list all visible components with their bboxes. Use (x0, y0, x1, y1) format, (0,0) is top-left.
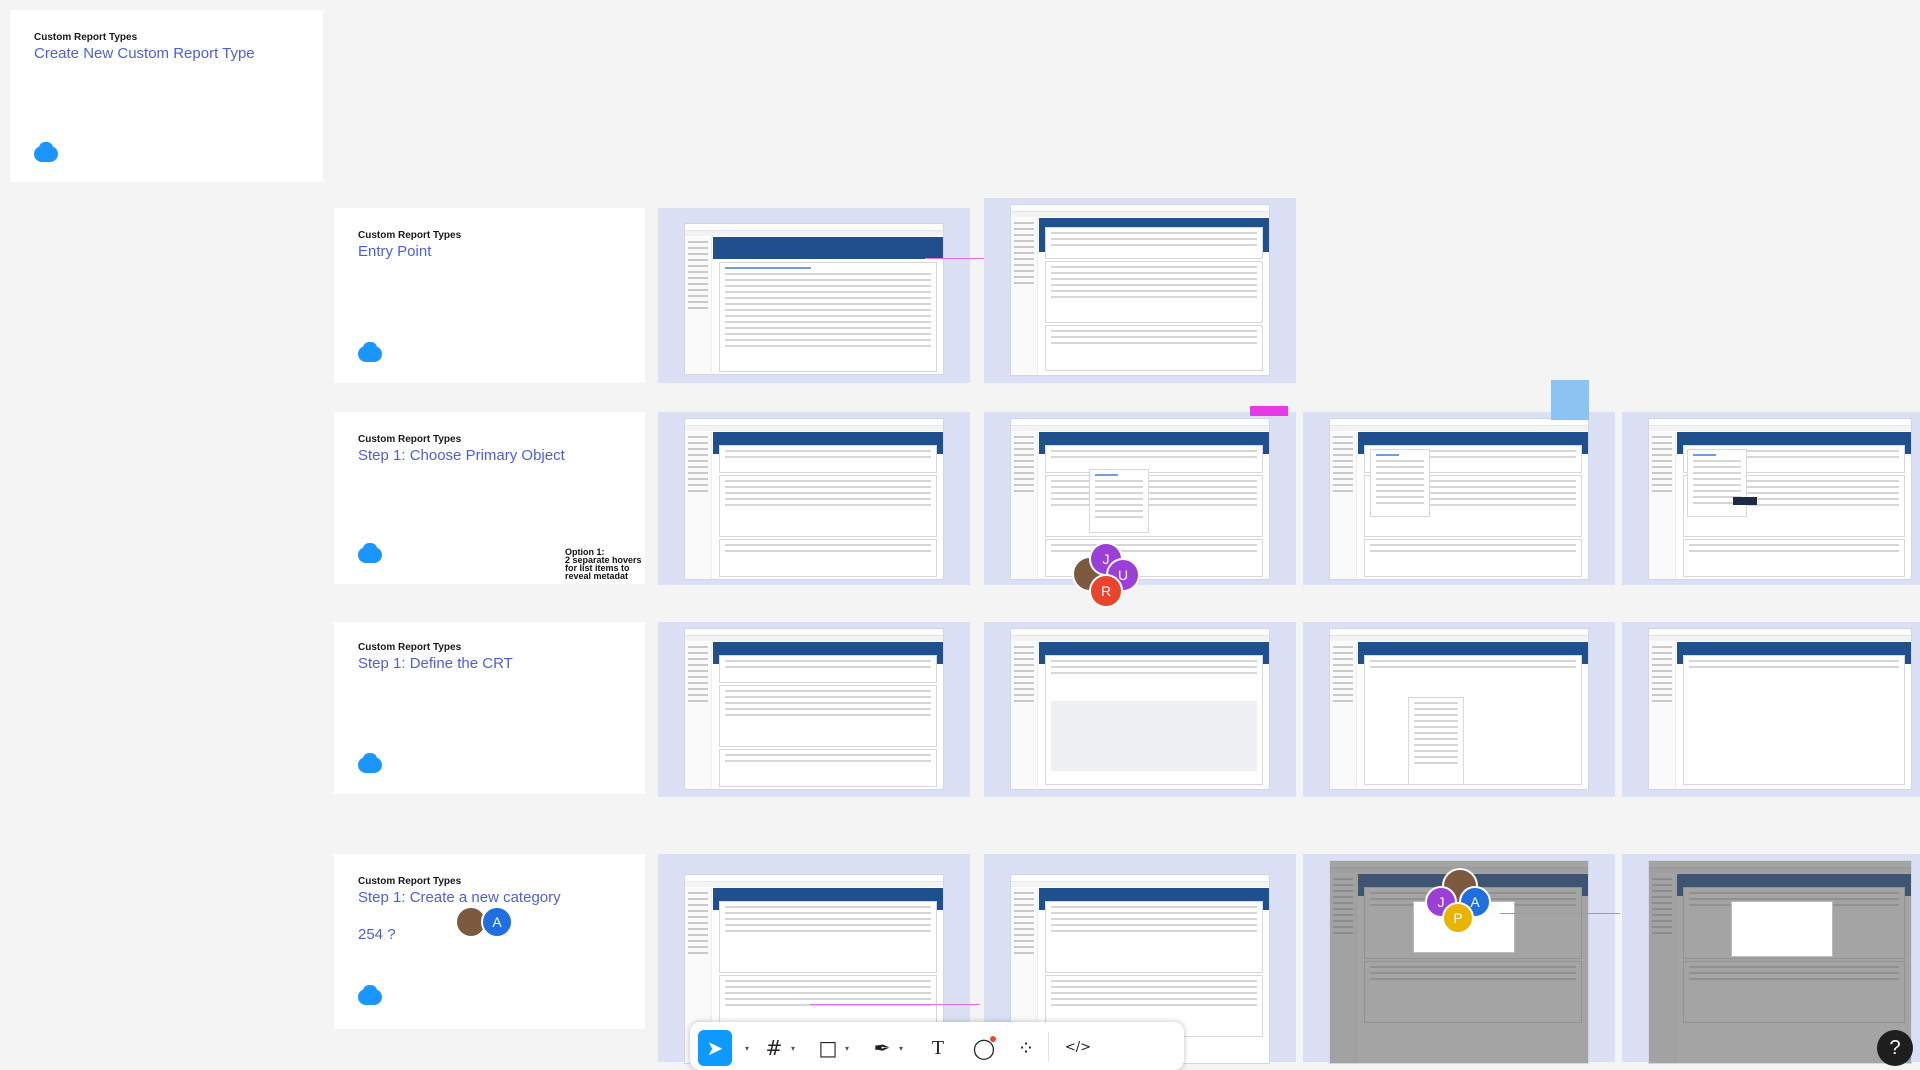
diagram-area (1051, 701, 1257, 771)
dropdown-list (1089, 469, 1149, 533)
dropdown-list (1370, 449, 1430, 517)
card-extra: 254 ? (358, 926, 396, 943)
frame-choose-primary-3[interactable] (1303, 380, 1615, 585)
actions-icon[interactable]: ⁘ (1014, 1036, 1038, 1060)
title-card-create-new: Custom Report Types Create New Custom Re… (10, 10, 323, 182)
flow-connector (1500, 913, 1620, 914)
card-kicker: Custom Report Types (358, 876, 462, 887)
chevron-down-icon[interactable]: ▾ (791, 1044, 799, 1053)
rectangle-icon[interactable]: □ (816, 1036, 840, 1060)
card-kicker: Custom Report Types (358, 434, 462, 445)
screen-define-venn (1648, 628, 1912, 790)
frame-choose-primary-2[interactable] (984, 406, 1296, 585)
card-heading: Step 1: Create a new category (358, 889, 561, 906)
sticky-note (1551, 380, 1589, 420)
card-kicker: Custom Report Types (358, 642, 462, 653)
salesforce-logo-icon (358, 985, 382, 1005)
frame-category-4[interactable] (1622, 854, 1920, 1064)
screen-choose-primary-hover (1329, 418, 1589, 580)
salesforce-logo-icon (358, 753, 382, 773)
card-kicker: Custom Report Types (34, 32, 138, 43)
design-toolbar: ➤ ▾ # ▾ □ ▾ ✒ ▾ T ◯ ⁘ </> (690, 1022, 1184, 1070)
pen-icon[interactable]: ✒ (870, 1036, 894, 1060)
frame-entry-form[interactable] (984, 198, 1296, 383)
annotation-tag (1250, 406, 1288, 416)
salesforce-logo-icon (358, 543, 382, 563)
screen-create-category-modal (1648, 860, 1912, 1064)
modal-backdrop (1649, 861, 1911, 1063)
screen-report-types-list (684, 223, 944, 375)
frame-icon[interactable]: # (762, 1036, 786, 1060)
cursor-icon[interactable]: ➤ (703, 1036, 727, 1060)
option-note: Option 1: 2 separate hovers for list ite… (565, 548, 642, 581)
screen-define-form (684, 628, 944, 790)
screen-choose-primary-tooltip (1648, 418, 1912, 580)
frame-entry-list[interactable] (658, 208, 970, 383)
dev-mode-icon[interactable]: </> (1058, 1036, 1098, 1060)
text-icon[interactable]: T (926, 1036, 950, 1060)
flow-connector (925, 258, 985, 259)
title-card-define-crt: Custom Report Types Step 1: Define the C… (334, 622, 645, 794)
chevron-down-icon[interactable]: ▾ (899, 1044, 907, 1053)
frame-define-1[interactable] (658, 622, 970, 797)
frame-define-3[interactable] (1303, 622, 1615, 797)
create-category-modal (1731, 901, 1833, 957)
card-kicker: Custom Report Types (358, 230, 462, 241)
hover-tooltip (1733, 497, 1757, 505)
help-button[interactable]: ? (1877, 1030, 1913, 1066)
avatar[interactable]: A (481, 906, 513, 938)
toolbar-divider (1048, 1032, 1049, 1062)
frame-define-4[interactable] (1622, 622, 1920, 797)
frame-define-2[interactable] (984, 622, 1296, 797)
card-heading: Step 1: Choose Primary Object (358, 447, 565, 464)
screen-choose-primary-dropdown (1010, 418, 1270, 580)
screen-choose-primary (684, 418, 944, 580)
dropdown-list (1408, 697, 1464, 785)
title-card-entry-point: Custom Report Types Entry Point (334, 208, 645, 383)
screen-define-related-objects (1329, 628, 1589, 790)
title-card-create-category: Custom Report Types Step 1: Create a new… (334, 854, 645, 1029)
card-heading: Entry Point (358, 243, 432, 260)
card-heading: Create New Custom Report Type (34, 45, 255, 62)
chevron-down-icon[interactable]: ▾ (745, 1044, 753, 1053)
screen-define-record-set (1010, 628, 1270, 790)
frame-choose-primary-4[interactable] (1622, 412, 1920, 585)
dropdown-list (1687, 449, 1747, 517)
card-heading: Step 1: Define the CRT (358, 655, 513, 672)
note-line: reveal metadat (565, 571, 629, 581)
comment-badge (990, 1036, 996, 1042)
chevron-down-icon[interactable]: ▾ (845, 1044, 853, 1053)
flow-connector (810, 1004, 980, 1005)
avatar[interactable]: R (1089, 574, 1123, 608)
screen-custom-report-types-form (1010, 204, 1270, 376)
salesforce-logo-icon (358, 342, 382, 362)
frame-choose-primary-1[interactable] (658, 412, 970, 585)
avatar[interactable]: P (1442, 902, 1474, 934)
salesforce-logo-icon (34, 142, 58, 162)
